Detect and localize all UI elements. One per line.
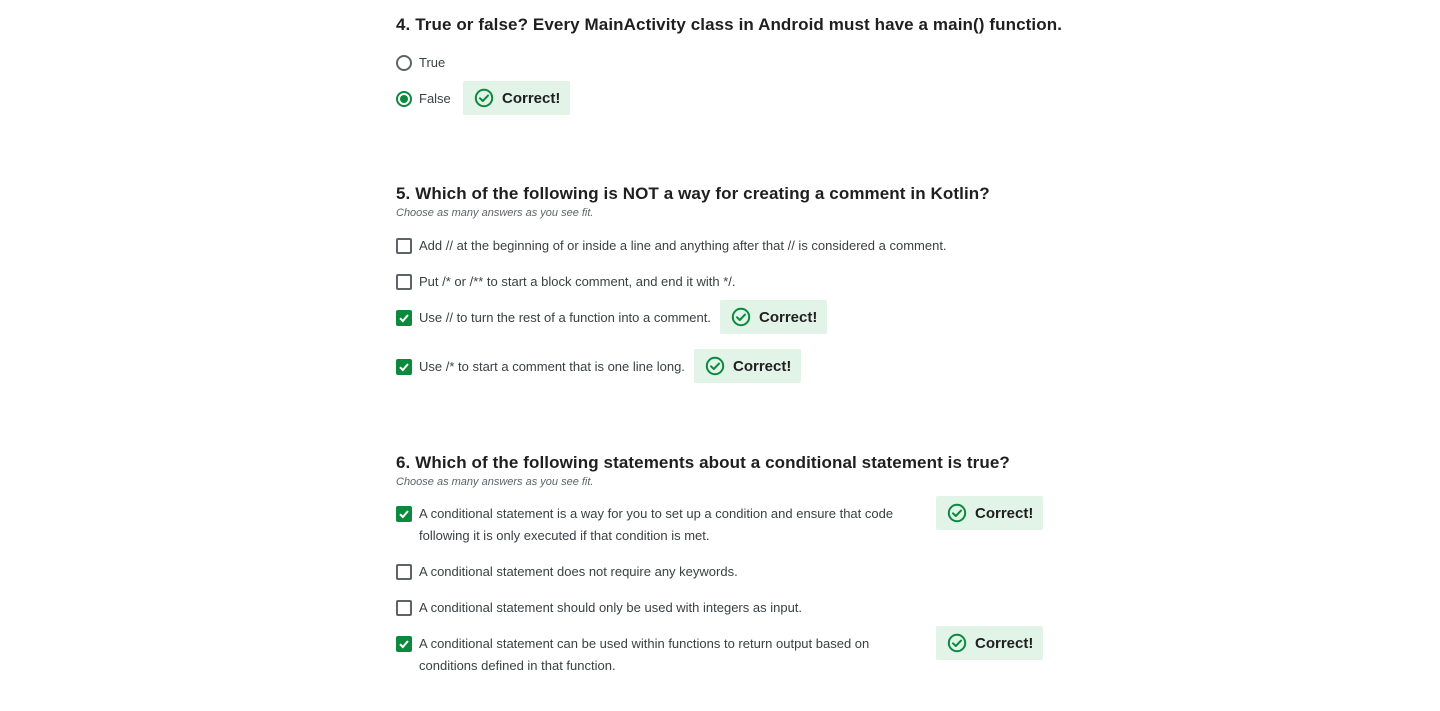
correct-feedback-badge: Correct! [936,496,1044,530]
option-label: Use /* to start a comment that is one li… [419,359,685,374]
check-circle-icon [947,633,967,653]
feedback-text: Correct! [975,504,1034,522]
correct-feedback-badge: Correct! [936,626,1044,660]
checkmark-icon [399,363,409,372]
checkbox-option[interactable]: Use // to turn the rest of a function in… [396,310,711,329]
radio-option-true[interactable]: True [396,55,445,74]
check-circle-icon [947,503,967,523]
checkbox-checked[interactable] [396,359,412,375]
radio-button-selected[interactable] [396,91,412,107]
checkbox-checked[interactable] [396,310,412,326]
feedback-text: Correct! [502,89,561,107]
check-circle-icon [474,88,494,108]
feedback-text: Correct! [759,308,818,326]
question-6: 6. Which of the following statements abo… [396,452,1056,489]
question-hint: Choose as many answers as you see fit. [396,207,594,219]
checkmark-icon [399,314,409,323]
correct-feedback-badge: Correct! [720,300,828,334]
checkbox-option[interactable]: Add // at the beginning of or inside a l… [396,238,947,257]
checkbox-option[interactable]: A conditional statement is a way for you… [396,506,924,547]
question-hint: Choose as many answers as you see fit. [396,476,594,488]
option-label: A conditional statement can be used with… [419,636,870,673]
checkbox-checked[interactable] [396,636,412,652]
question-4: 4. True or false? Every MainActivity cla… [396,14,1063,36]
feedback-text: Correct! [733,357,792,375]
option-label: Use // to turn the rest of a function in… [419,310,711,325]
option-label: A conditional statement does not require… [419,564,738,579]
correct-feedback-badge: Correct! [694,349,802,383]
checkbox[interactable] [396,238,412,254]
checkbox[interactable] [396,600,412,616]
checkbox-checked[interactable] [396,506,412,522]
checkbox-option[interactable]: Use /* to start a comment that is one li… [396,359,685,378]
option-label: A conditional statement is a way for you… [419,506,894,543]
checkbox-option[interactable]: A conditional statement should only be u… [396,600,802,619]
check-circle-icon [705,356,725,376]
radio-button[interactable] [396,55,412,71]
checkbox[interactable] [396,274,412,290]
checkbox[interactable] [396,564,412,580]
option-label: Put /* or /** to start a block comment, … [419,274,736,289]
question-title: 5. Which of the following is NOT a way f… [396,184,990,203]
question-title: 4. True or false? Every MainActivity cla… [396,15,1063,34]
radio-option-false[interactable]: False [396,91,451,110]
question-5: 5. Which of the following is NOT a way f… [396,183,1056,220]
option-label: False [419,91,451,106]
check-circle-icon [731,307,751,327]
checkmark-icon [399,510,409,519]
option-label: A conditional statement should only be u… [419,600,803,615]
checkmark-icon [399,640,409,649]
question-title: 6. Which of the following statements abo… [396,453,1010,472]
feedback-text: Correct! [975,634,1034,652]
checkbox-option[interactable]: Put /* or /** to start a block comment, … [396,274,735,293]
checkbox-option[interactable]: A conditional statement does not require… [396,564,738,583]
correct-feedback-badge: Correct! [463,81,571,115]
checkbox-option[interactable]: A conditional statement can be used with… [396,636,924,677]
option-label: Add // at the beginning of or inside a l… [419,238,947,253]
option-label: True [419,55,446,70]
